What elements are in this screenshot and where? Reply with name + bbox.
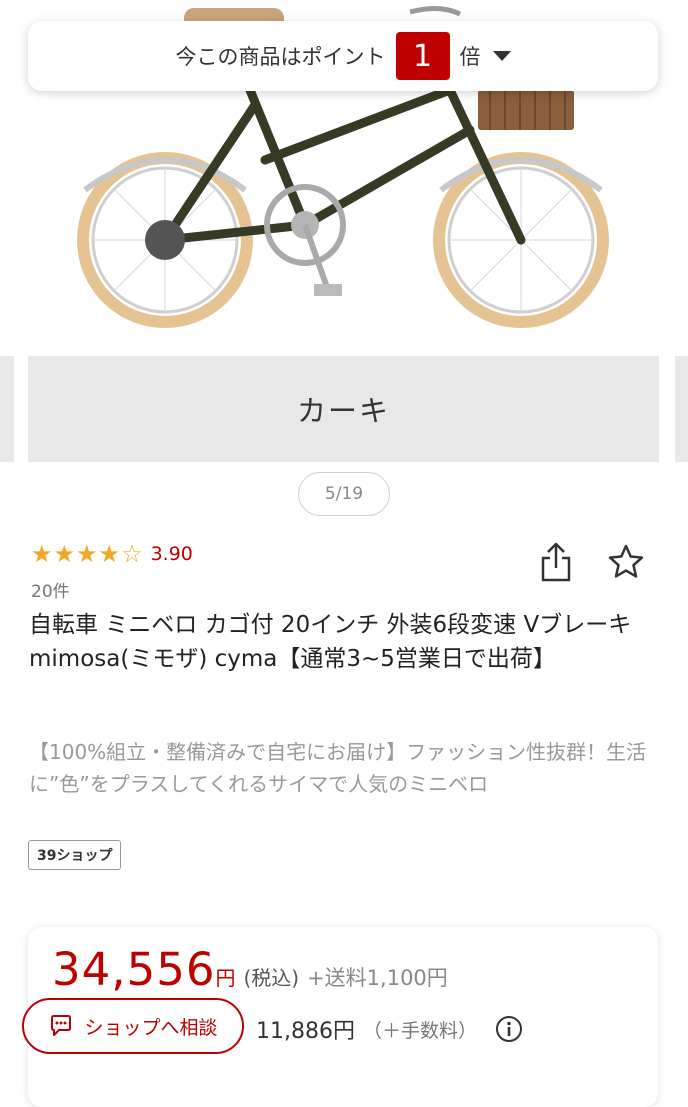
sub-price-row: 11,886円 （＋手数料） <box>256 1013 523 1045</box>
price-currency: 円 <box>215 966 236 990</box>
shipping-cost: +送料1,100円 <box>307 966 448 990</box>
variant-prev-peek[interactable] <box>0 356 14 462</box>
star-icon: ★ <box>31 540 53 568</box>
star-icon: ★ <box>53 540 76 568</box>
review-count[interactable]: 20件 <box>31 577 70 602</box>
point-banner[interactable]: 今この商品はポイント 1 倍 <box>28 21 658 91</box>
point-multiplier-badge: 1 <box>395 32 450 80</box>
star-rating: ★ ★ ★ ★ ☆ <box>31 542 143 566</box>
price-row: 34,556 円 (税込) +送料1,100円 <box>52 943 448 996</box>
tax-label: (税込) <box>243 966 300 990</box>
variant-label[interactable]: カーキ <box>28 356 659 462</box>
product-title: 自転車 ミニベロ カゴ付 20インチ 外装6段変速 Vブレーキ mimosa(ミ… <box>29 612 632 672</box>
info-icon[interactable] <box>495 1015 523 1043</box>
share-button[interactable] <box>538 540 574 584</box>
point-banner-suffix: 倍 <box>459 45 481 69</box>
share-icon <box>541 542 571 582</box>
rating[interactable]: ★ ★ ★ ★ ☆ 3.90 <box>31 542 193 566</box>
star-icon: ★ <box>76 540 98 568</box>
price-amount: 34,556 <box>52 943 216 996</box>
star-icon: ★ <box>98 540 121 568</box>
image-counter: 5/19 <box>298 472 390 516</box>
shop-consult-label: ショップへ相談 <box>84 1016 218 1039</box>
caret-down-icon <box>492 51 511 61</box>
variant-next-peek[interactable] <box>675 356 688 462</box>
star-empty-icon: ☆ <box>121 540 143 568</box>
chat-icon <box>51 1015 72 1036</box>
favorite-button[interactable] <box>606 542 646 582</box>
product-description: 【100%組立・整備済みで自宅にお届け】ファッション性抜群！生活に”色”をプラス… <box>29 740 647 796</box>
shop-consult-button[interactable]: ショップへ相談 <box>22 998 244 1054</box>
sub-amount: 11,886円 <box>256 1019 355 1044</box>
shop-tag-badge: 39ショップ <box>28 840 122 870</box>
rating-score: 3.90 <box>150 543 193 565</box>
favorite-star-icon <box>608 544 644 578</box>
point-banner-prefix: 今この商品はポイント <box>175 45 386 69</box>
fee-label: （＋手数料） <box>362 1019 477 1042</box>
